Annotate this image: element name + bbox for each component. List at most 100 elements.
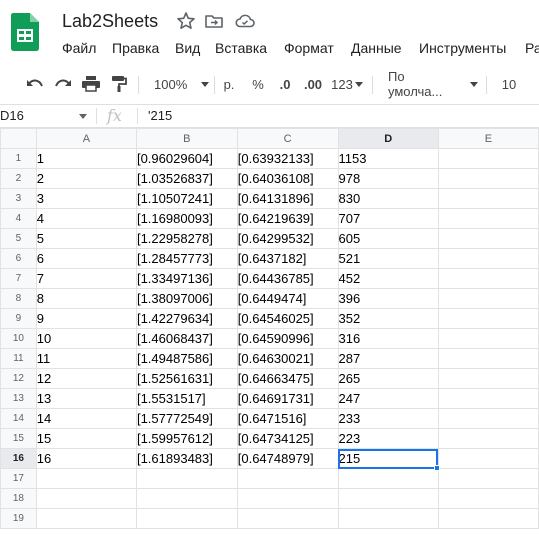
cell-e13[interactable] xyxy=(437,388,539,409)
row-header[interactable]: 1 xyxy=(0,148,37,169)
menu-file[interactable]: Файл xyxy=(62,40,96,56)
cell-a18[interactable] xyxy=(35,488,137,509)
cell-e1[interactable] xyxy=(437,148,539,169)
cell-d18[interactable] xyxy=(337,488,439,509)
cell-e17[interactable] xyxy=(437,468,539,489)
cell-c10[interactable]: [0.64590996] xyxy=(236,328,339,349)
row-header[interactable]: 16 xyxy=(0,448,37,469)
cell-d17[interactable] xyxy=(337,468,439,489)
cell-b14[interactable]: [1.57772549] xyxy=(135,408,238,429)
cell-d15[interactable]: 223 xyxy=(337,428,439,449)
row-header[interactable]: 18 xyxy=(0,488,37,509)
cell-d6[interactable]: 521 xyxy=(337,248,439,269)
cell-e14[interactable] xyxy=(437,408,539,429)
cell-b1[interactable]: [0.96029604] xyxy=(135,148,238,169)
cell-b6[interactable]: [1.28457773] xyxy=(135,248,238,269)
row-header[interactable]: 14 xyxy=(0,408,37,429)
cell-b15[interactable]: [1.59957612] xyxy=(135,428,238,449)
sheets-logo-icon[interactable] xyxy=(11,13,39,51)
cell-a14[interactable]: 14 xyxy=(35,408,137,429)
row-header[interactable]: 9 xyxy=(0,308,37,329)
cell-a1[interactable]: 1 xyxy=(35,148,137,169)
cell-d2[interactable]: 978 xyxy=(337,168,439,189)
cell-c7[interactable]: [0.64436785] xyxy=(236,268,339,289)
row-header[interactable]: 6 xyxy=(0,248,37,269)
row-header[interactable]: 17 xyxy=(0,468,37,489)
more-formats-button[interactable]: 123 xyxy=(329,74,365,94)
cell-e5[interactable] xyxy=(437,228,539,249)
print-icon[interactable] xyxy=(80,74,102,94)
row-header[interactable]: 19 xyxy=(0,508,37,529)
row-header[interactable]: 13 xyxy=(0,388,37,409)
menu-format[interactable]: Формат xyxy=(284,40,334,56)
menu-extensions[interactable]: Ра xyxy=(525,40,539,56)
fill-handle[interactable] xyxy=(434,464,441,471)
cell-a19[interactable] xyxy=(35,508,137,529)
menu-insert[interactable]: Вставка xyxy=(215,40,267,56)
cell-b4[interactable]: [1.16980093] xyxy=(135,208,238,229)
cell-e19[interactable] xyxy=(437,508,539,529)
row-header[interactable]: 3 xyxy=(0,188,37,209)
cell-a11[interactable]: 11 xyxy=(35,348,137,369)
font-select[interactable]: По умолча... xyxy=(380,69,478,99)
column-header-e[interactable]: E xyxy=(437,128,539,149)
cell-d16[interactable]: 215 xyxy=(337,448,439,469)
cell-e10[interactable] xyxy=(437,328,539,349)
cell-a4[interactable]: 4 xyxy=(35,208,137,229)
cell-b16[interactable]: [1.61893483] xyxy=(135,448,238,469)
cell-c16[interactable]: [0.64748979] xyxy=(236,448,339,469)
cell-c2[interactable]: [0.64036108] xyxy=(236,168,339,189)
cell-c9[interactable]: [0.64546025] xyxy=(236,308,339,329)
cell-b3[interactable]: [1.10507241] xyxy=(135,188,238,209)
column-header-a[interactable]: A xyxy=(35,128,137,149)
row-header[interactable]: 2 xyxy=(0,168,37,189)
cell-a8[interactable]: 8 xyxy=(35,288,137,309)
cell-b18[interactable] xyxy=(135,488,238,509)
cell-a16[interactable]: 16 xyxy=(35,448,137,469)
row-header[interactable]: 8 xyxy=(0,288,37,309)
cell-d12[interactable]: 265 xyxy=(337,368,439,389)
name-box[interactable]: D16 xyxy=(0,108,24,123)
cell-c18[interactable] xyxy=(236,488,339,509)
cell-c6[interactable]: [0.6437182] xyxy=(236,248,339,269)
cell-d9[interactable]: 352 xyxy=(337,308,439,329)
cell-d5[interactable]: 605 xyxy=(337,228,439,249)
cell-e6[interactable] xyxy=(437,248,539,269)
row-header[interactable]: 5 xyxy=(0,228,37,249)
cell-a12[interactable]: 12 xyxy=(35,368,137,389)
cell-e4[interactable] xyxy=(437,208,539,229)
menu-view[interactable]: Вид xyxy=(175,40,200,56)
cell-a6[interactable]: 6 xyxy=(35,248,137,269)
menu-tools[interactable]: Инструменты xyxy=(419,40,506,56)
cell-c14[interactable]: [0.6471516] xyxy=(236,408,339,429)
cell-b19[interactable] xyxy=(135,508,238,529)
cell-b5[interactable]: [1.22958278] xyxy=(135,228,238,249)
row-header[interactable]: 4 xyxy=(0,208,37,229)
star-icon[interactable] xyxy=(176,11,196,31)
menu-data[interactable]: Данные xyxy=(351,40,402,56)
cell-c19[interactable] xyxy=(236,508,339,529)
cell-d7[interactable]: 452 xyxy=(337,268,439,289)
cell-a7[interactable]: 7 xyxy=(35,268,137,289)
cell-a17[interactable] xyxy=(35,468,137,489)
row-header[interactable]: 12 xyxy=(0,368,37,389)
currency-format-button[interactable]: р. xyxy=(218,74,240,94)
cell-a2[interactable]: 2 xyxy=(35,168,137,189)
redo-icon[interactable] xyxy=(52,74,74,94)
cell-e16[interactable] xyxy=(437,448,539,469)
row-header[interactable]: 10 xyxy=(0,328,37,349)
cell-d3[interactable]: 830 xyxy=(337,188,439,209)
cell-a3[interactable]: 3 xyxy=(35,188,137,209)
cloud-saved-icon[interactable] xyxy=(234,11,255,31)
cell-e7[interactable] xyxy=(437,268,539,289)
select-all-corner[interactable] xyxy=(0,128,37,149)
cell-e18[interactable] xyxy=(437,488,539,509)
increase-decimals-button[interactable]: .00 xyxy=(300,74,326,94)
cell-e3[interactable] xyxy=(437,188,539,209)
cell-a10[interactable]: 10 xyxy=(35,328,137,349)
cell-b11[interactable]: [1.49487586] xyxy=(135,348,238,369)
decrease-decimals-button[interactable]: .0 xyxy=(274,74,296,94)
column-header-b[interactable]: B xyxy=(135,128,238,149)
cell-c12[interactable]: [0.64663475] xyxy=(236,368,339,389)
cell-c13[interactable]: [0.64691731] xyxy=(236,388,339,409)
